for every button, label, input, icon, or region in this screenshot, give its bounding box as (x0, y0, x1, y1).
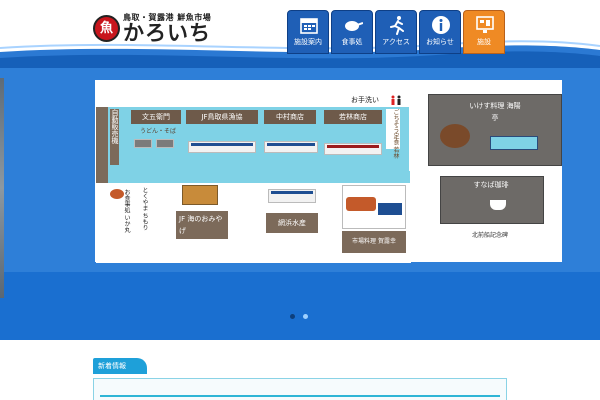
shop-karo[interactable]: 市場料理 賀露幸 (342, 231, 406, 253)
running-person-icon (390, 16, 404, 35)
page: 魚 鳥取・賀露港 鮮魚市場 かろいち 施設案内 食事処 アクセス お知らせ 施設… (0, 0, 600, 400)
shop-nakamura[interactable]: 中村商店 (264, 110, 316, 124)
frying-pan-icon (345, 21, 363, 31)
site-logo[interactable]: 魚 鳥取・賀露港 鮮魚市場 かろいち (93, 12, 213, 46)
nav-item-label: お知らせ (426, 38, 454, 46)
toilet-label: お手洗い (351, 96, 379, 104)
news-tab[interactable]: 新着情報 (93, 358, 147, 374)
shop-kaiyo-ikamaru[interactable]: お食事処 いか丸 (122, 189, 131, 249)
shop-sunaba: すなば珈琲 (473, 181, 509, 189)
jf-umi-goods (182, 185, 218, 205)
shop-jf-umi[interactable]: JF 海のおみやげ (176, 211, 228, 239)
shop-bunko-sub: うどん・そば (140, 128, 177, 135)
news-divider (100, 395, 500, 397)
floor-map-icon (476, 16, 494, 33)
logo-title: かろいち (123, 21, 211, 45)
toilet-icon (391, 95, 401, 105)
adjacent-slide-photo (0, 78, 4, 298)
map-wall-mid (108, 171, 411, 183)
floor-map-annex[interactable]: いけす料理 海陽亭 すなば珈琲 北前船記念碑 (410, 80, 562, 262)
counter-bunko-table-2 (156, 139, 174, 148)
nav-item-facility[interactable]: 施設案内 (287, 10, 329, 54)
info-icon (432, 16, 450, 34)
fish-display (327, 145, 379, 148)
shop-tokuyama[interactable]: とくやま ちもり (140, 187, 149, 247)
shop-jf-tottori[interactable]: JF鳥取県漁協 (186, 110, 258, 124)
fish-display (271, 191, 313, 194)
nav-item-label: 食事処 (341, 38, 363, 46)
carousel-dot-2[interactable] (303, 314, 308, 319)
main-nav: 施設案内 食事処 アクセス お知らせ 施設 (287, 10, 505, 54)
carousel-dot-1[interactable] (290, 314, 295, 319)
shop-bunko[interactable]: 文五衛門 (131, 110, 181, 124)
nav-item-label: 施設案内 (294, 38, 322, 46)
news-section: 新着情報 (93, 356, 507, 400)
karo-counter (378, 203, 402, 215)
kaiyotei-tank (490, 136, 538, 150)
vending-machine-label: 自動販売機 (110, 109, 119, 165)
fish-display (267, 143, 315, 146)
karo-food-display (346, 197, 376, 211)
ikamaru-dish (110, 189, 124, 199)
nav-item-news[interactable]: お知らせ (419, 10, 461, 54)
kaiyotei-plate (440, 124, 470, 148)
shop-wakabayashi[interactable]: 若林商店 (324, 110, 382, 124)
map-wall-left (96, 107, 108, 183)
nav-item-dining[interactable]: 食事処 (331, 10, 373, 54)
logo-fish-mark: 魚 (93, 15, 120, 42)
news-box (93, 378, 507, 400)
calendar-icon (300, 18, 318, 34)
kitamae-monument-label: 北前船記念碑 (472, 232, 509, 239)
shop-kaiyotei: いけす料理 海陽亭 (469, 102, 521, 122)
floor-map[interactable]: 文五衛門 JF鳥取県漁協 中村商店 若林商店 うどん・そば 自動販売機 ごちそう… (95, 80, 411, 263)
nav-item-map[interactable]: 施設 (463, 10, 505, 54)
carousel-dots (290, 314, 308, 319)
counter-bunko-table-1 (134, 139, 152, 148)
nav-item-label: 施設 (477, 38, 491, 46)
sunaba-cup (490, 200, 506, 210)
shop-wakabayashi-side[interactable]: ごちそう定食 若林 (386, 109, 400, 159)
site-header: 魚 鳥取・賀露港 鮮魚市場 かろいち 施設案内 食事処 アクセス お知らせ 施設 (0, 0, 600, 68)
nav-item-access[interactable]: アクセス (375, 10, 417, 54)
fish-display (191, 143, 253, 146)
shop-amihama[interactable]: 網浜水産 (266, 213, 318, 233)
nav-item-label: アクセス (382, 38, 410, 46)
